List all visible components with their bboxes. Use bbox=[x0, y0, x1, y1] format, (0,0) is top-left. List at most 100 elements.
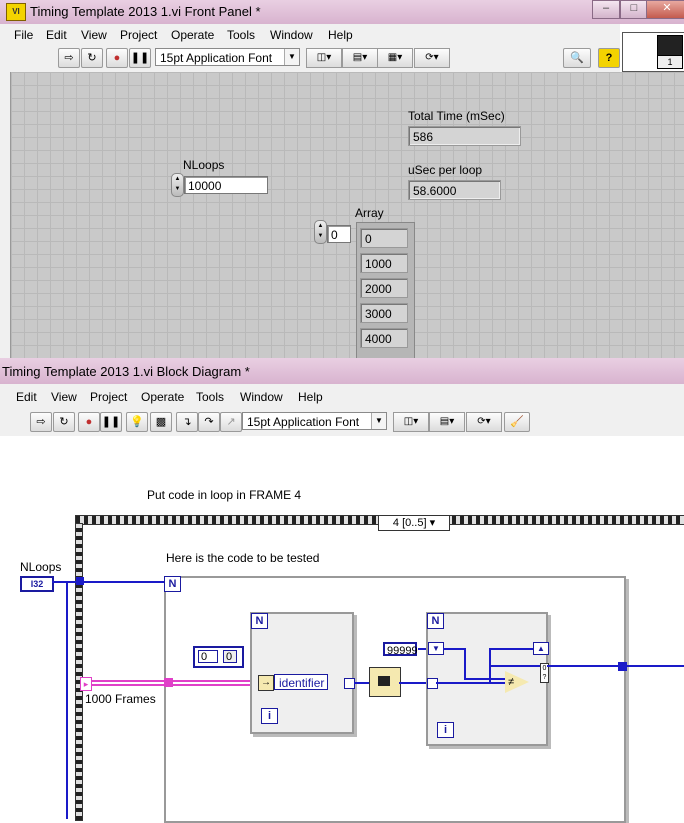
run-arrow-icon[interactable]: ⇨ bbox=[30, 412, 52, 432]
identifier-property[interactable]: identifier bbox=[274, 674, 328, 690]
inner-loop-2-count-terminal[interactable]: N bbox=[427, 613, 444, 629]
bd-menu-edit[interactable]: Edit bbox=[16, 390, 37, 404]
outer-loop-count-terminal[interactable]: N bbox=[164, 576, 181, 592]
run-continuously-icon[interactable]: ↻ bbox=[53, 412, 75, 432]
menu-edit[interactable]: Edit bbox=[46, 28, 67, 42]
int-wire[interactable] bbox=[443, 648, 465, 650]
array-element: 2000 bbox=[360, 278, 408, 298]
block-diagram-title-bar[interactable]: Timing Template 2013 1.vi Block Diagram … bbox=[0, 358, 684, 384]
distribute-objects-dropdown[interactable]: ▤▾ bbox=[342, 48, 378, 68]
conversion-glyph-icon bbox=[378, 676, 390, 686]
context-help-icon[interactable]: ? bbox=[598, 48, 620, 68]
array-index-input[interactable]: 0 bbox=[327, 225, 351, 243]
step-over-icon[interactable]: ↷ bbox=[198, 412, 220, 432]
nloops-increment-decrement[interactable]: ▲ ▼ bbox=[171, 173, 184, 197]
search-icon[interactable]: 🔍 bbox=[563, 48, 591, 68]
sequence-frame-selector[interactable]: 4 [0..5] ▾ bbox=[378, 515, 450, 531]
int-wire[interactable] bbox=[436, 682, 508, 684]
menu-view[interactable]: View bbox=[81, 28, 107, 42]
align-objects-dropdown[interactable]: ◫▾ bbox=[306, 48, 342, 68]
nloops-terminal-label: NLoops bbox=[20, 560, 62, 574]
bd-menu-tools[interactable]: Tools bbox=[196, 390, 224, 404]
array-constant-index[interactable]: 0 bbox=[198, 650, 218, 663]
bd-font-selector[interactable]: 15pt Application Font ▼ bbox=[242, 412, 387, 430]
array-index-increment-decrement[interactable]: ▲ ▼ bbox=[314, 220, 327, 244]
front-panel-menu-bar: File Edit View Project Operate Tools Win… bbox=[0, 24, 620, 46]
menu-project[interactable]: Project bbox=[120, 28, 157, 42]
abort-stop-icon[interactable]: ● bbox=[106, 48, 128, 68]
pause-icon[interactable]: ❚❚ bbox=[100, 412, 122, 432]
oscilloscope-icon bbox=[657, 35, 683, 57]
bd-align-objects-dropdown[interactable]: ◫▾ bbox=[393, 412, 429, 432]
bd-menu-operate[interactable]: Operate bbox=[141, 390, 184, 404]
step-out-icon[interactable]: ↗ bbox=[220, 412, 242, 432]
step-into-icon[interactable]: ↴ bbox=[176, 412, 198, 432]
menu-operate[interactable]: Operate bbox=[171, 28, 214, 42]
usec-per-loop-label: uSec per loop bbox=[408, 163, 483, 177]
block-diagram-menu-bar: Edit View Project Operate Tools Window H… bbox=[0, 384, 684, 408]
close-button[interactable]: ✕ bbox=[646, 0, 684, 19]
menu-tools[interactable]: Tools bbox=[227, 28, 255, 42]
minimize-button[interactable]: – bbox=[592, 0, 620, 19]
run-continuously-icon[interactable]: ↻ bbox=[81, 48, 103, 68]
menu-file[interactable]: File bbox=[14, 28, 33, 42]
property-node-arrow-icon[interactable]: → bbox=[258, 675, 274, 691]
int-wire[interactable] bbox=[464, 678, 508, 680]
string-wire[interactable] bbox=[173, 680, 257, 682]
inner-loop-1-count-terminal[interactable]: N bbox=[251, 613, 268, 629]
array-constant-element[interactable]: 0 bbox=[223, 650, 237, 663]
total-time-indicator: 586 bbox=[408, 126, 521, 146]
string-wire[interactable] bbox=[92, 684, 168, 686]
output-wire[interactable] bbox=[547, 665, 684, 667]
bd-menu-project[interactable]: Project bbox=[90, 390, 127, 404]
menu-help[interactable]: Help bbox=[328, 28, 353, 42]
string-tunnel bbox=[164, 678, 173, 687]
int-wire[interactable] bbox=[489, 665, 541, 667]
bd-menu-view[interactable]: View bbox=[51, 390, 77, 404]
string-wire[interactable] bbox=[173, 684, 257, 686]
nloops-input[interactable]: 10000 bbox=[184, 176, 268, 194]
nloops-terminal[interactable]: I32 bbox=[20, 576, 54, 592]
array-indicator-frame: 0 1000 2000 3000 4000 bbox=[356, 222, 415, 360]
vi-icon-connector-pane[interactable]: 1 bbox=[622, 32, 684, 72]
run-arrow-icon[interactable]: ⇨ bbox=[58, 48, 80, 68]
block-diagram-title: Timing Template 2013 1.vi Block Diagram … bbox=[2, 364, 250, 379]
retain-wire-values-icon[interactable]: ▩ bbox=[150, 412, 172, 432]
frames-input-terminal[interactable]: ▸ bbox=[80, 677, 92, 691]
resize-objects-dropdown[interactable]: ▦▾ bbox=[377, 48, 413, 68]
shift-register-left-icon[interactable]: ▼ bbox=[428, 642, 444, 655]
bd-distribute-objects-dropdown[interactable]: ▤▾ bbox=[429, 412, 465, 432]
int-wire[interactable] bbox=[354, 682, 370, 684]
abort-stop-icon[interactable]: ● bbox=[78, 412, 100, 432]
inner-loop-2-iteration-terminal: i bbox=[437, 722, 454, 738]
maximize-button[interactable]: □ bbox=[620, 0, 648, 19]
block-diagram-toolbar: ⇨ ↻ ● ❚❚ 💡 ▩ ↴ ↷ ↗ 15pt Application Font… bbox=[0, 408, 684, 436]
int-wire[interactable] bbox=[489, 648, 533, 650]
shift-register-right-icon[interactable]: ▲ bbox=[533, 642, 549, 655]
outer-loop-output-tunnel bbox=[618, 662, 627, 671]
string-wire[interactable] bbox=[92, 680, 168, 682]
numeric-constant[interactable]: 99999 bbox=[383, 642, 418, 657]
menu-window[interactable]: Window bbox=[270, 28, 313, 42]
bd-menu-window[interactable]: Window bbox=[240, 390, 283, 404]
array-label: Array bbox=[355, 206, 384, 220]
pause-icon[interactable]: ❚❚ bbox=[129, 48, 151, 68]
conversion-function-icon[interactable] bbox=[369, 667, 401, 697]
reorder-dropdown[interactable]: ⟳▾ bbox=[414, 48, 450, 68]
bd-menu-help[interactable]: Help bbox=[298, 390, 323, 404]
bd-reorder-dropdown[interactable]: ⟳▾ bbox=[466, 412, 502, 432]
usec-per-loop-indicator: 58.6000 bbox=[408, 180, 501, 200]
highlight-execution-bulb-icon[interactable]: 💡 bbox=[126, 412, 148, 432]
clean-up-diagram-icon[interactable]: 🧹 bbox=[504, 412, 530, 432]
code-note-comment: Here is the code to be tested bbox=[166, 551, 320, 565]
stacked-sequence-left-border bbox=[75, 523, 83, 821]
int-wire[interactable] bbox=[464, 648, 466, 679]
font-selector[interactable]: 15pt Application Font ▼ bbox=[155, 48, 300, 66]
nloops-branch-wire[interactable] bbox=[66, 581, 68, 819]
array-constant[interactable]: 0 0 bbox=[193, 646, 244, 668]
total-time-label: Total Time (mSec) bbox=[408, 109, 505, 123]
front-panel-title-bar[interactable]: VI Timing Template 2013 1.vi Front Panel… bbox=[0, 0, 684, 24]
nloops-wire[interactable] bbox=[52, 581, 167, 583]
front-panel-canvas[interactable] bbox=[10, 72, 684, 358]
outer-for-loop[interactable] bbox=[164, 576, 626, 823]
